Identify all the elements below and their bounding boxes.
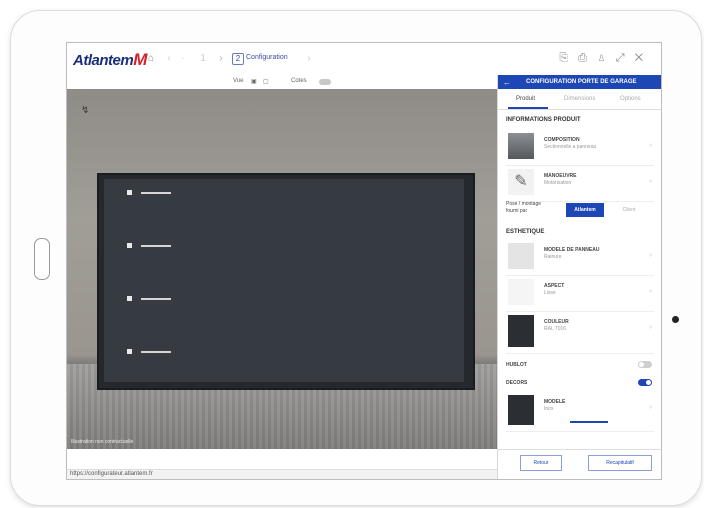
chevron-right-icon: › bbox=[649, 178, 652, 185]
color-item[interactable]: COULEUR RAL 7016 › bbox=[506, 313, 654, 354]
aspect-item[interactable]: ASPECT Lisse › bbox=[506, 277, 654, 312]
home-icon[interactable]: ⌂ bbox=[145, 53, 157, 65]
status-bar: https://configurateur.atlantem.fr bbox=[67, 469, 497, 479]
manoeuvre-value: Motorisation bbox=[544, 180, 572, 186]
panel-model-name: MODELE DE PANNEAU bbox=[544, 247, 600, 253]
view-label: Vue bbox=[233, 78, 244, 84]
scroll-indicator[interactable] bbox=[570, 421, 608, 423]
view-3d-icon[interactable]: ▣ bbox=[251, 78, 257, 85]
dimensions-toggle[interactable] bbox=[319, 79, 331, 85]
fullscreen-icon[interactable]: ⤢ bbox=[616, 52, 635, 64]
view-toolbar: Vue ▣ ▢ Cotes bbox=[67, 75, 497, 89]
panel-model-item[interactable]: MODELE DE PANNEAU Rainure › bbox=[506, 241, 654, 276]
window-option-label: HUBLOT bbox=[506, 362, 527, 368]
config-panel: ← CONFIGURATION PORTE DE GARAGE Produit … bbox=[497, 75, 661, 479]
dimensions-label: Cotes bbox=[291, 78, 307, 84]
step-label[interactable]: Configuration bbox=[246, 54, 288, 61]
panel-tabs: Produit Dimensions Options bbox=[498, 89, 661, 110]
tab-dimensions[interactable]: Dimensions bbox=[564, 96, 595, 102]
color-name: COULEUR bbox=[544, 319, 569, 325]
step-next-icon[interactable]: › bbox=[303, 53, 315, 65]
summary-button[interactable]: Recapitulatif bbox=[588, 455, 652, 471]
top-bar: AtlantemM ⌂ ‹ · 1 › 2 Configuration › ⎘⎙… bbox=[67, 43, 661, 76]
chevron-right-icon: › bbox=[649, 324, 652, 331]
chevron-right-icon: › bbox=[649, 252, 652, 259]
aspect-name: ASPECT bbox=[544, 283, 565, 289]
save-icon[interactable]: ⎙ bbox=[578, 52, 597, 64]
manoeuvre-item[interactable]: ✎ MANOEUVRE Motorisation › bbox=[506, 167, 654, 202]
panel-header: ← CONFIGURATION PORTE DE GARAGE bbox=[498, 75, 661, 89]
step-previous-icon[interactable]: ‹ bbox=[163, 53, 175, 65]
tab-options[interactable]: Options bbox=[620, 96, 641, 102]
panel-title: CONFIGURATION PORTE DE GARAGE bbox=[526, 79, 637, 85]
garage-3d-view[interactable]: ↯ Illustration non contractuelle bbox=[67, 89, 497, 449]
assembly-label: Pose / montage fourni par bbox=[506, 201, 542, 214]
decor-option-label: DECORS bbox=[506, 380, 528, 386]
decor-model-name: MODELE bbox=[544, 399, 566, 405]
chevron-right-icon: › bbox=[649, 142, 652, 149]
composition-value: Sectionnelle a panneau bbox=[544, 144, 597, 150]
chevron-right-icon: › bbox=[649, 288, 652, 295]
tablet-camera bbox=[672, 316, 679, 323]
status-url: https://configurateur.atlantem.fr bbox=[70, 471, 153, 477]
decor-thumbnail bbox=[508, 395, 534, 425]
app-window: AtlantemM ⌂ ‹ · 1 › 2 Configuration › ⎘⎙… bbox=[66, 42, 662, 480]
color-value: RAL 7016 bbox=[544, 326, 567, 332]
chevron-right-icon: › bbox=[649, 404, 652, 411]
step-one-icon[interactable]: 1 bbox=[197, 53, 209, 65]
product-info-title: INFORMATIONS PRODUIT bbox=[506, 117, 581, 123]
step-separator-icon: › bbox=[219, 53, 223, 64]
manoeuvre-name: MANOEUVRE bbox=[544, 173, 577, 179]
share-icon[interactable]: ⎘ bbox=[559, 52, 578, 64]
back-button[interactable]: Retour bbox=[520, 455, 562, 471]
user-icon[interactable]: ♙ bbox=[597, 52, 616, 64]
assembly-client-button[interactable]: Client bbox=[610, 203, 648, 217]
brand-logo[interactable]: AtlantemM bbox=[73, 50, 147, 70]
composition-item[interactable]: COMPOSITION Sectionnelle a panneau › bbox=[506, 131, 654, 166]
panel-model-value: Rainure bbox=[544, 254, 562, 260]
color-swatch bbox=[508, 315, 534, 347]
decor-strip-2 bbox=[127, 243, 171, 249]
step-badge[interactable]: 2 bbox=[232, 53, 244, 65]
tab-product[interactable]: Produit bbox=[516, 96, 535, 102]
active-tab-indicator bbox=[508, 107, 548, 109]
decor-option-toggle[interactable] bbox=[638, 379, 652, 386]
step-dot-icon: · bbox=[181, 53, 185, 64]
window-option-toggle[interactable] bbox=[638, 361, 652, 368]
decor-model-item[interactable]: MODELE Inox › bbox=[506, 393, 654, 432]
garage-door-panel bbox=[104, 179, 464, 382]
aspect-value: Lisse bbox=[544, 290, 556, 296]
assembly-atlantem-button[interactable]: Atlantem bbox=[566, 203, 604, 217]
composition-thumbnail bbox=[508, 133, 534, 159]
rotate-view-icon[interactable]: ↯ bbox=[81, 105, 89, 116]
remote-control-icon: ✎ bbox=[508, 169, 534, 195]
decor-strip-1 bbox=[127, 190, 171, 196]
back-arrow-icon[interactable]: ← bbox=[503, 78, 511, 87]
panel-model-thumbnail bbox=[508, 243, 534, 269]
decor-strip-4 bbox=[127, 349, 171, 355]
aspect-thumbnail bbox=[508, 279, 534, 305]
close-icon[interactable]: ✕ bbox=[635, 52, 653, 64]
decor-strip-3 bbox=[127, 296, 171, 302]
view-2d-icon[interactable]: ▢ bbox=[263, 78, 269, 85]
disclaimer-text: Illustration non contractuelle bbox=[71, 439, 134, 445]
decor-model-value: Inox bbox=[544, 406, 554, 412]
window-controls: ⎘⎙♙⤢✕ bbox=[559, 52, 653, 65]
tablet-home-button bbox=[34, 238, 50, 280]
esthetic-title: ESTHETIQUE bbox=[506, 229, 545, 235]
composition-name: COMPOSITION bbox=[544, 137, 580, 143]
